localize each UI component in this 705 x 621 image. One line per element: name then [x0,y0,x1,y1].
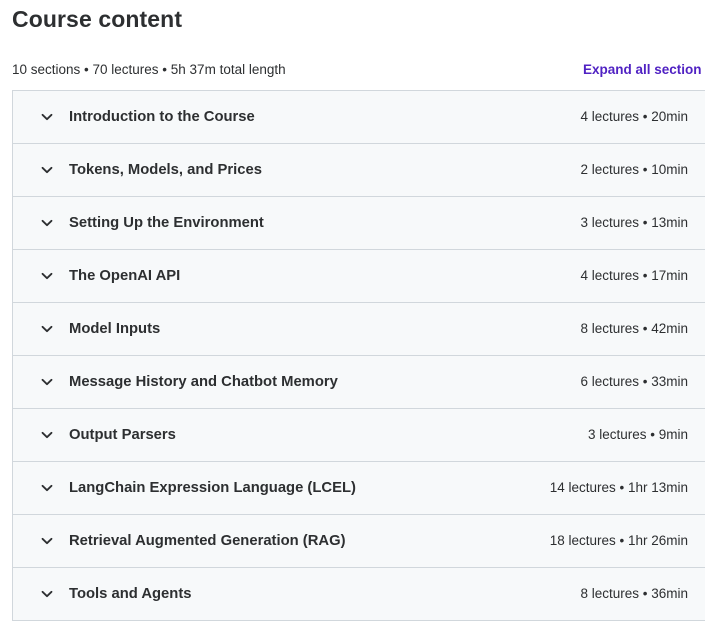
section-item[interactable]: Tools and Agents 8 lectures • 36min [13,568,705,621]
section-meta: 2 lectures • 10min [580,162,688,177]
section-meta: 4 lectures • 17min [580,268,688,283]
section-title: Retrieval Augmented Generation (RAG) [69,533,346,549]
page-title: Course content [12,6,183,32]
chevron-down-icon [40,587,54,601]
section-meta: 3 lectures • 13min [580,215,688,230]
section-item[interactable]: Message History and Chatbot Memory 6 lec… [13,356,705,409]
section-title: Output Parsers [69,427,176,443]
course-summary: 10 sections • 70 lectures • 5h 37m total… [12,62,286,77]
section-meta: 14 lectures • 1hr 13min [549,480,688,495]
chevron-down-icon [40,375,54,389]
section-meta: 8 lectures • 42min [580,321,688,336]
chevron-down-icon [40,322,54,336]
chevron-down-icon [40,428,54,442]
chevron-down-icon [40,216,54,230]
section-item[interactable]: Tokens, Models, and Prices 2 lectures • … [13,144,705,197]
course-summary-row: 10 sections • 70 lectures • 5h 37m total… [12,60,705,80]
section-list: Introduction to the Course 4 lectures • … [12,90,705,621]
section-title: Setting Up the Environment [69,215,264,231]
section-meta: 18 lectures • 1hr 26min [549,533,688,548]
section-item[interactable]: Introduction to the Course 4 lectures • … [13,91,705,144]
section-title: Tokens, Models, and Prices [69,162,262,178]
section-title: Message History and Chatbot Memory [69,374,338,390]
section-title: Introduction to the Course [69,109,255,125]
section-title: LangChain Expression Language (LCEL) [69,480,356,496]
section-meta: 3 lectures • 9min [587,427,688,442]
chevron-down-icon [40,110,54,124]
section-item[interactable]: Model Inputs 8 lectures • 42min [13,303,705,356]
section-title: Model Inputs [69,321,161,337]
section-meta: 8 lectures • 36min [580,586,688,601]
section-meta: 6 lectures • 33min [580,374,688,389]
expand-all-sections-button[interactable]: Expand all section [583,60,702,80]
section-meta: 4 lectures • 20min [580,109,688,124]
chevron-down-icon [40,269,54,283]
section-item[interactable]: Output Parsers 3 lectures • 9min [13,409,705,462]
chevron-down-icon [40,481,54,495]
course-content-panel: Course content 10 sections • 70 lectures… [0,0,705,621]
section-title: Tools and Agents [69,586,192,602]
chevron-down-icon [40,534,54,548]
section-item[interactable]: Setting Up the Environment 3 lectures • … [13,197,705,250]
section-item[interactable]: LangChain Expression Language (LCEL) 14 … [13,462,705,515]
chevron-down-icon [40,163,54,177]
section-title: The OpenAI API [69,268,181,284]
section-item[interactable]: The OpenAI API 4 lectures • 17min [13,250,705,303]
section-item[interactable]: Retrieval Augmented Generation (RAG) 18 … [13,515,705,568]
